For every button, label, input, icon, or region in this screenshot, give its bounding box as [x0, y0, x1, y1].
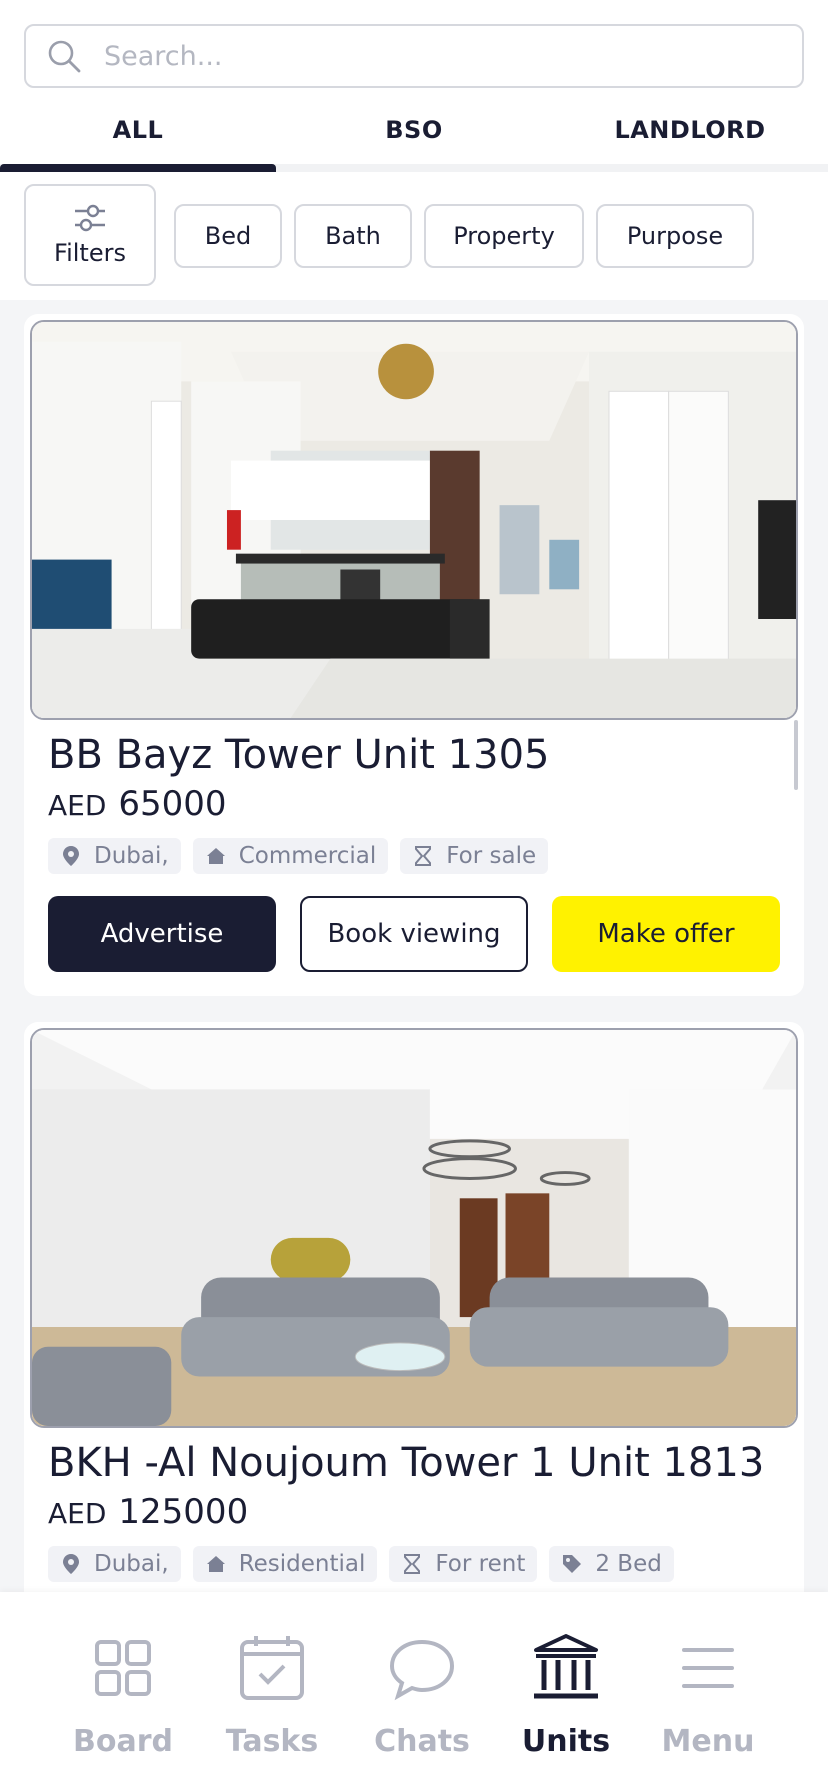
- tab-bar: ALL BSO LANDLORD: [0, 100, 828, 170]
- nav-units[interactable]: Units: [491, 1632, 641, 1759]
- nav-board[interactable]: Board: [48, 1632, 198, 1759]
- search-input[interactable]: Search...: [24, 24, 804, 88]
- tag-text: Residential: [238, 1551, 366, 1577]
- nav-label: Units: [521, 1724, 611, 1759]
- tag-purpose: For sale: [400, 838, 549, 874]
- hourglass-icon: [404, 1554, 421, 1574]
- nav-label: Chats: [374, 1724, 470, 1759]
- unit-actions: Advertise Book viewing Make offer: [48, 896, 782, 972]
- advertise-button[interactable]: Advertise: [48, 896, 276, 972]
- tag-purpose: For rent: [389, 1546, 538, 1582]
- book-viewing-button[interactable]: Book viewing: [300, 896, 528, 972]
- scroll-indicator[interactable]: [794, 720, 798, 790]
- tag-location: Dubai,: [48, 1546, 181, 1582]
- price-value: 65000: [118, 784, 227, 824]
- price-currency: AED: [48, 1497, 107, 1530]
- tag-text: 2 Bed: [595, 1551, 662, 1577]
- unit-photo[interactable]: [30, 320, 798, 720]
- tag-property-type: Commercial: [192, 838, 389, 874]
- unit-photo[interactable]: [30, 1028, 798, 1428]
- nav-label: Board: [73, 1724, 173, 1759]
- tag-text: Dubai,: [94, 843, 169, 869]
- filters-button[interactable]: Filters: [24, 184, 156, 286]
- location-pin-icon: [63, 846, 79, 866]
- tag-text: Dubai,: [94, 1551, 169, 1577]
- price-currency: AED: [48, 789, 107, 822]
- hourglass-icon: [415, 846, 432, 866]
- chip-bath[interactable]: Bath: [294, 204, 412, 268]
- nav-tasks[interactable]: Tasks: [197, 1632, 347, 1759]
- unit-title[interactable]: BB Bayz Tower Unit 1305: [48, 732, 549, 778]
- nav-menu[interactable]: Menu: [633, 1632, 783, 1759]
- tab-landlord[interactable]: LANDLORD: [552, 100, 828, 170]
- unit-card[interactable]: BB Bayz Tower Unit 1305 AED 65000 Dubai,…: [24, 314, 804, 996]
- unit-title[interactable]: BKH -Al Noujoum Tower 1 Unit 1813: [48, 1440, 764, 1486]
- tag-text: For rent: [435, 1551, 526, 1577]
- nav-chats[interactable]: Chats: [347, 1632, 497, 1759]
- hamburger-menu-icon: [682, 1648, 734, 1688]
- unit-tags: Dubai, Commercial For sale: [48, 838, 549, 874]
- home-icon: [206, 848, 225, 864]
- unit-price: AED 125000: [48, 1492, 248, 1532]
- tag-text: For sale: [446, 843, 537, 869]
- tag-icon: [563, 1555, 582, 1573]
- unit-price: AED 65000: [48, 784, 227, 824]
- chip-bed[interactable]: Bed: [174, 204, 282, 268]
- nav-label: Menu: [661, 1724, 755, 1759]
- calendar-check-icon: [240, 1636, 304, 1700]
- chip-property[interactable]: Property: [424, 204, 584, 268]
- chip-purpose[interactable]: Purpose: [596, 204, 754, 268]
- tag-text: Commercial: [238, 843, 377, 869]
- tag-location: Dubai,: [48, 838, 181, 874]
- home-icon: [206, 1556, 225, 1572]
- location-pin-icon: [63, 1554, 79, 1574]
- tab-active-indicator: [0, 164, 276, 172]
- search-placeholder: Search...: [104, 40, 223, 72]
- living-room-image: [32, 1030, 796, 1426]
- tab-all[interactable]: ALL: [0, 100, 276, 170]
- studio-apartment-image: [32, 322, 796, 718]
- make-offer-button[interactable]: Make offer: [552, 896, 780, 972]
- bottom-navigation: Board Tasks Chats Units Menu: [0, 1592, 828, 1791]
- tag-bedrooms: 2 Bed: [549, 1546, 674, 1582]
- nav-label: Tasks: [225, 1724, 319, 1759]
- sliders-icon: [75, 204, 105, 232]
- filters-label: Filters: [54, 239, 126, 267]
- tab-bso[interactable]: BSO: [276, 100, 552, 170]
- filter-bar: Filters Bed Bath Property Purpose: [0, 172, 828, 300]
- search-icon: [48, 40, 81, 73]
- price-value: 125000: [118, 1492, 249, 1532]
- units-screen: Search... ALL BSO LANDLORD Filters Bed B…: [0, 0, 828, 1791]
- tag-property-type: Residential: [192, 1546, 378, 1582]
- unit-tags: Dubai, Residential For rent 2 Bed: [48, 1546, 674, 1582]
- unit-card[interactable]: BKH -Al Noujoum Tower 1 Unit 1813 AED 12…: [24, 1022, 804, 1662]
- building-columns-icon: [534, 1634, 598, 1699]
- chat-bubble-icon: [389, 1639, 455, 1701]
- grid-icon: [95, 1640, 151, 1696]
